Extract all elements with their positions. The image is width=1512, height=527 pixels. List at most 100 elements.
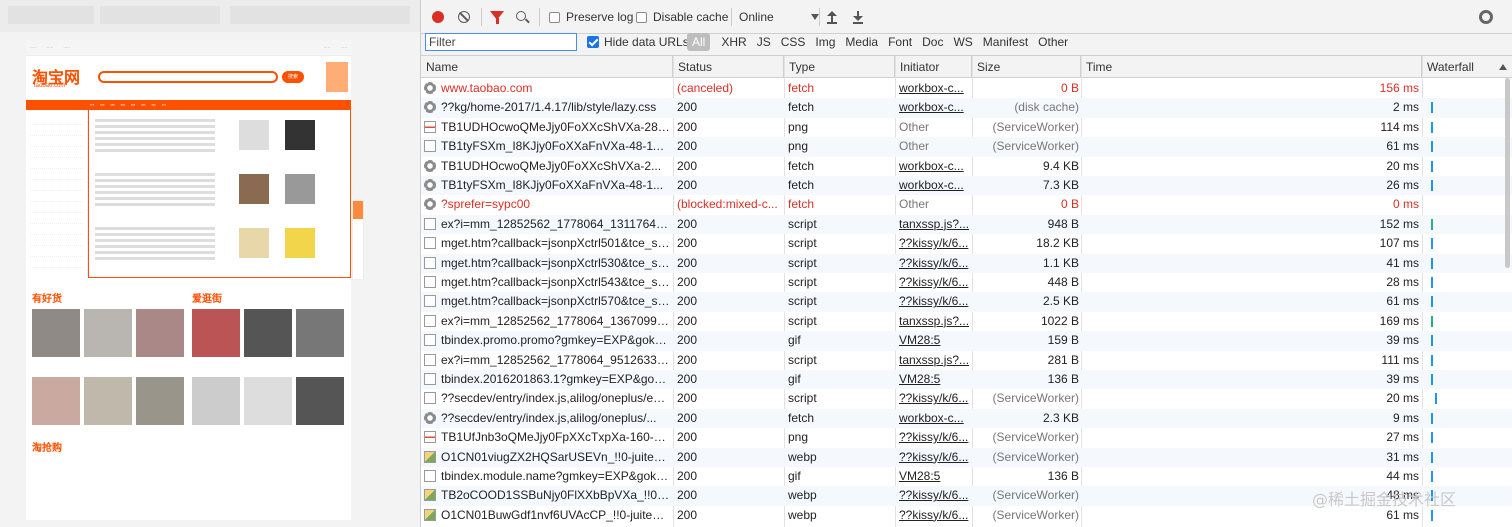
request-initiator[interactable]: VM28:5	[899, 370, 971, 389]
request-row[interactable]: tbindex.2016201863.1?gmkey=EXP&goke... 20…	[421, 370, 1512, 390]
column-size[interactable]: Size	[972, 56, 1081, 78]
request-row[interactable]: ex?i=mm_12852562_1778064_131176478... 200…	[421, 214, 1512, 235]
request-name[interactable]: ex?i=mm_12852562_1778064_13670999&...	[424, 312, 670, 331]
column-status[interactable]: Status	[673, 56, 784, 78]
type-filter-xhr[interactable]: XHR	[716, 33, 751, 51]
request-name[interactable]: tbindex.2016201863.1?gmkey=EXP&goke...	[424, 370, 670, 389]
type-filter-all[interactable]: All	[687, 33, 711, 51]
request-row[interactable]: TB1tyFSXm_I8KJjy0FoXXaFnVXa-48-1... 200 fe…	[421, 176, 1512, 196]
request-name[interactable]: mget.htm?callback=jsonpXctrl570&tce_sid.…	[424, 292, 670, 311]
request-initiator[interactable]: ??kissy/k/6...	[899, 389, 971, 408]
type-filter-media[interactable]: Media	[840, 33, 883, 51]
request-name[interactable]: mget.htm?callback=jsonpXctrl530&tce_sid.…	[424, 254, 670, 273]
hide-data-urls-checkbox[interactable]	[587, 36, 599, 48]
request-initiator[interactable]: VM28:5	[899, 331, 971, 350]
request-initiator[interactable]: workbox-c...	[899, 176, 971, 195]
request-row[interactable]: ?sprefer=sypc00 (blocked:mixed-c... fetch O…	[421, 195, 1512, 214]
request-initiator[interactable]: VM28:5	[899, 467, 971, 486]
request-initiator[interactable]: workbox-c...	[899, 409, 971, 428]
site-search-input[interactable]	[98, 71, 278, 83]
type-filter-img[interactable]: Img	[810, 33, 840, 51]
request-initiator[interactable]: ??kissy/k/6...	[899, 234, 971, 253]
request-row[interactable]: ??kg/home-2017/1.4.17/lib/style/lazy.css…	[421, 98, 1512, 118]
type-filter-js[interactable]: JS	[752, 33, 776, 51]
request-row[interactable]: www.taobao.com (canceled) fetch workbox-c..…	[421, 79, 1512, 98]
request-row[interactable]: tbindex.module.name?gmkey=EXP&gokey... 20…	[421, 467, 1512, 486]
request-row[interactable]: mget.htm?callback=jsonpXctrl570&tce_sid.…	[421, 292, 1512, 312]
request-name[interactable]: TB1UDHOcwoQMeJjy0FoXXcShVXa-2...	[424, 157, 670, 176]
request-initiator[interactable]: tanxssp.js?...	[899, 312, 971, 331]
request-name[interactable]: TB1tyFSXm_I8KJjy0FoXXaFnVXa-48-1194....	[424, 137, 670, 156]
search-icon[interactable]	[516, 11, 526, 21]
site-navbar[interactable]: ▪▪▪ ▪▪▪ ▪▪▪ ▪▪▪ ▪▪▪ ▪▪▪ ▪▪▪ ▪▪▪	[26, 100, 351, 110]
request-initiator[interactable]: tanxssp.js?...	[899, 351, 971, 370]
request-name[interactable]: www.taobao.com	[424, 79, 670, 98]
throttling-select[interactable]: Online	[739, 8, 819, 26]
request-initiator[interactable]: ??kissy/k/6...	[899, 428, 971, 447]
request-initiator[interactable]: workbox-c...	[899, 98, 971, 117]
preserve-log-checkbox[interactable]	[549, 12, 560, 23]
request-initiator[interactable]: ??kissy/k/6...	[899, 273, 971, 292]
request-initiator[interactable]: ??kissy/k/6...	[899, 448, 971, 467]
request-row[interactable]: ex?i=mm_12852562_1778064_13670999&... 200…	[421, 312, 1512, 331]
request-initiator[interactable]: ??kissy/k/6...	[899, 486, 971, 505]
request-name[interactable]: mget.htm?callback=jsonpXctrl501&tce_sid.…	[424, 234, 670, 253]
request-name[interactable]: ?sprefer=sypc00	[424, 195, 670, 214]
request-name[interactable]: ??secdev/entry/index.js,alilog/oneplus/e…	[424, 389, 670, 408]
request-name[interactable]: ex?i=mm_12852562_1778064_95126332&...	[424, 351, 670, 370]
request-row[interactable]: TB1UDHOcwoQMeJjy0FoXXcShVXa-2... 200 fetch…	[421, 157, 1512, 176]
request-initiator[interactable]: ??kissy/k/6...	[899, 254, 971, 273]
request-name[interactable]: O1CN01viugZX2HQSarUSEVn_!!0-juitemm...	[424, 448, 670, 467]
disable-cache-checkbox[interactable]	[636, 12, 647, 23]
request-name[interactable]: tbindex.module.name?gmkey=EXP&gokey...	[424, 467, 670, 486]
type-filter-other[interactable]: Other	[1033, 33, 1073, 51]
clear-icon[interactable]	[458, 11, 470, 23]
site-search-button[interactable]: 搜索	[282, 71, 304, 83]
request-row[interactable]: TB1UDHOcwoQMeJjy0FoXXcShVXa-286-... 200 pn…	[421, 118, 1512, 137]
request-name[interactable]: ??secdev/entry/index.js,alilog/oneplus/.…	[424, 409, 670, 428]
filter-input[interactable]	[425, 33, 577, 51]
request-row[interactable]: ex?i=mm_12852562_1778064_95126332&... 200…	[421, 351, 1512, 370]
request-row[interactable]: tbindex.promo.promo?gmkey=EXP&gokey... 20…	[421, 331, 1512, 351]
request-row[interactable]: mget.htm?callback=jsonpXctrl501&tce_sid.…	[421, 234, 1512, 253]
column-initiator[interactable]: Initiator	[895, 56, 972, 78]
request-row[interactable]: mget.htm?callback=jsonpXctrl543&tce_sid.…	[421, 273, 1512, 292]
request-name[interactable]: tbindex.promo.promo?gmkey=EXP&gokey...	[424, 331, 670, 350]
request-row[interactable]: mget.htm?callback=jsonpXctrl530&tce_sid.…	[421, 253, 1512, 273]
type-filter-css[interactable]: CSS	[776, 33, 811, 51]
record-icon[interactable]	[432, 11, 444, 23]
type-filter-ws[interactable]: WS	[948, 33, 977, 51]
column-type[interactable]: Type	[784, 56, 895, 78]
request-row[interactable]: ??secdev/entry/index.js,alilog/oneplus/.…	[421, 408, 1512, 429]
request-row[interactable]: TB1tyFSXm_I8KJjy0FoXXaFnVXa-48-1194.... 2…	[421, 137, 1512, 157]
request-initiator[interactable]: workbox-c...	[899, 157, 971, 176]
request-name[interactable]: mget.htm?callback=jsonpXctrl543&tce_sid.…	[424, 273, 670, 292]
request-row[interactable]: ??secdev/entry/index.js,alilog/oneplus/e…	[421, 389, 1512, 408]
request-initiator[interactable]: workbox-c...	[899, 79, 971, 98]
request-initiator[interactable]: ??kissy/k/6...	[899, 292, 971, 311]
filter-icon[interactable]	[490, 11, 504, 24]
request-name[interactable]: ??kg/home-2017/1.4.17/lib/style/lazy.css	[424, 98, 670, 117]
request-name[interactable]: O1CN01BuwGdf1nvf6UVAcCP_!!0-juitem...	[424, 506, 670, 525]
category-list[interactable]	[26, 110, 88, 278]
request-name[interactable]: TB1tyFSXm_I8KJjy0FoXXaFnVXa-48-1...	[424, 176, 670, 195]
request-initiator[interactable]: tanxssp.js?...	[899, 215, 971, 234]
request-row[interactable]: TB1UfJnb3oQMeJjy0FpXXcTxpXa-160-44.... 20…	[421, 428, 1512, 447]
type-filter-font[interactable]: Font	[883, 33, 917, 51]
import-har-icon[interactable]	[827, 11, 837, 24]
site-side-tab[interactable]	[352, 200, 364, 280]
table-scrollbar[interactable]	[1503, 78, 1512, 527]
column-time[interactable]: Time	[1081, 56, 1422, 78]
request-name[interactable]: TB1UfJnb3oQMeJjy0FpXXcTxpXa-160-44....	[424, 428, 670, 447]
column-name[interactable]: Name	[421, 56, 673, 78]
gear-icon[interactable]	[1479, 10, 1493, 24]
request-name[interactable]: TB2oCOOD1SSBuNjy0FlXXbBpVXa_!!0-jui...	[424, 486, 670, 505]
type-filter-manifest[interactable]: Manifest	[978, 33, 1033, 51]
request-name[interactable]: TB1UDHOcwoQMeJjy0FoXXcShVXa-286-...	[424, 118, 670, 137]
request-row[interactable]: O1CN01viugZX2HQSarUSEVn_!!0-juitemm... 20…	[421, 447, 1512, 467]
export-har-icon[interactable]	[853, 11, 863, 24]
request-initiator[interactable]: ??kissy/k/6...	[899, 506, 971, 525]
type-filter-doc[interactable]: Doc	[917, 33, 948, 51]
request-name[interactable]: ex?i=mm_12852562_1778064_131176478...	[424, 215, 670, 234]
taobao-page[interactable]: ····· ····· ····· ····· ····· 淘宝网 taobao.com…	[26, 40, 351, 520]
